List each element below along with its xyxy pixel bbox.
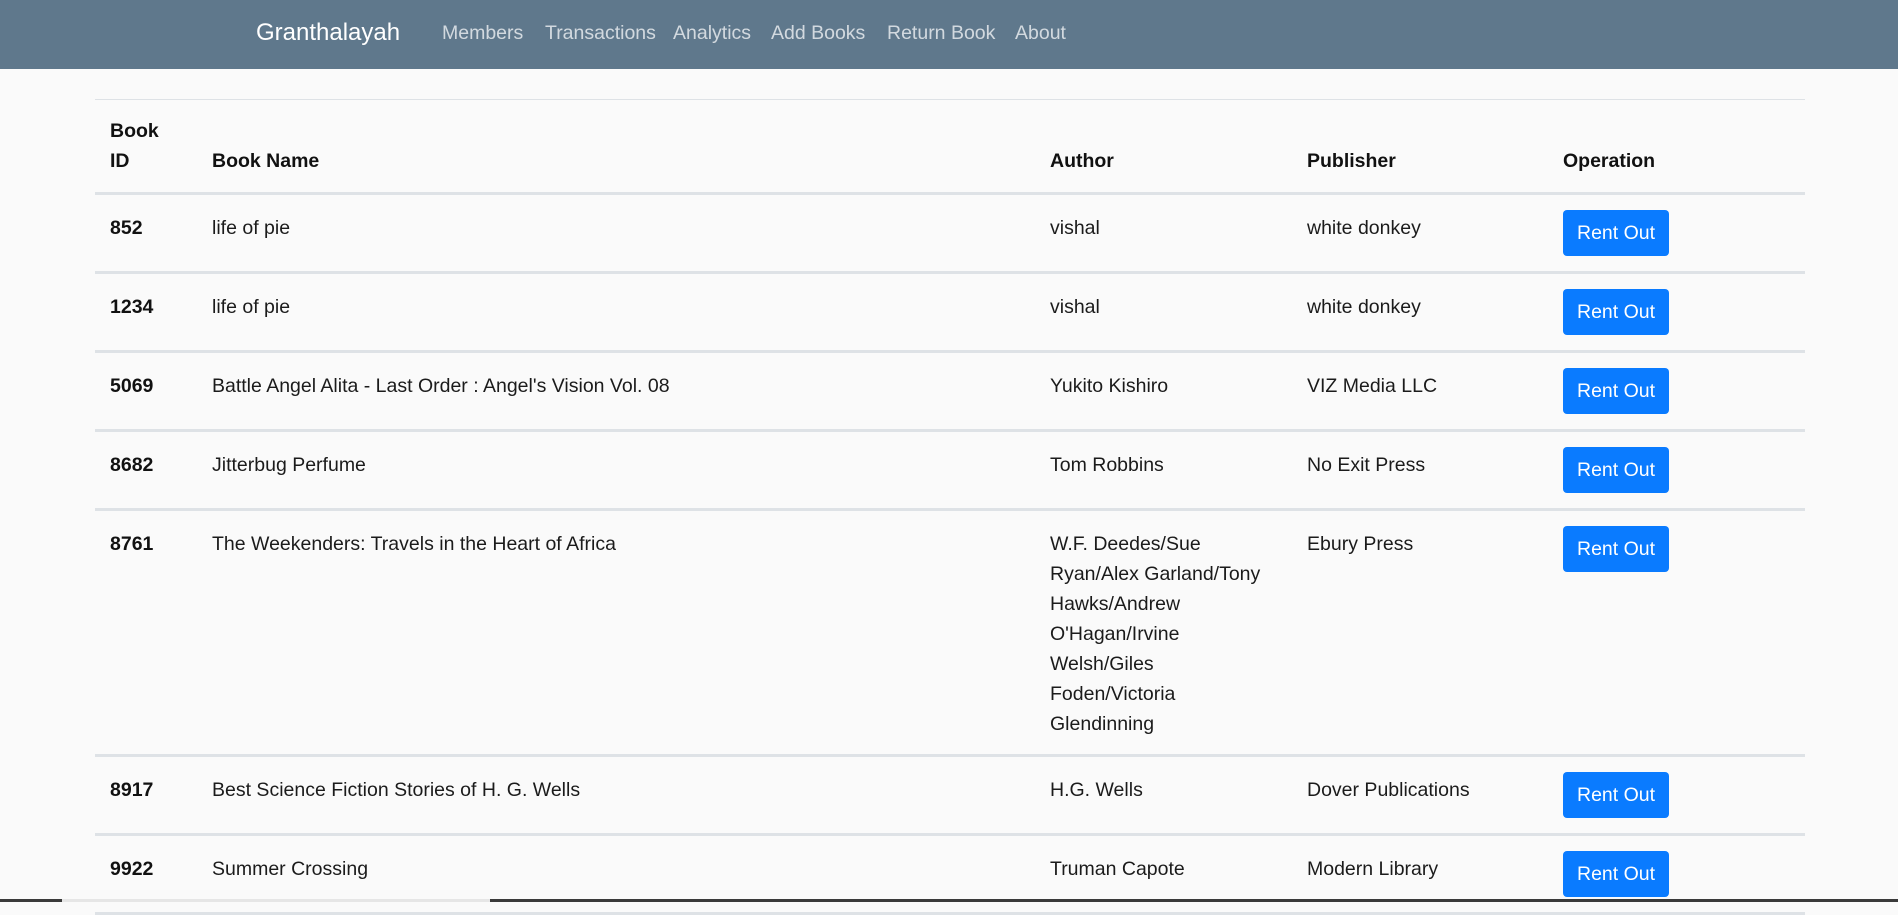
operation-cell: Rent Out bbox=[1548, 755, 1805, 836]
publisher-cell: VIZ Media LLC bbox=[1292, 351, 1548, 432]
operation-cell: Rent Out bbox=[1548, 509, 1805, 757]
nav-link-members[interactable]: Members bbox=[442, 22, 523, 45]
books-table: Book ID Book Name Author Publisher Opera… bbox=[95, 99, 1805, 915]
book-name-cell: Battle Angel Alita - Last Order : Angel'… bbox=[197, 351, 1035, 432]
top-navbar: Granthalayah Members Transactions Analyt… bbox=[0, 0, 1898, 69]
publisher-cell: white donkey bbox=[1292, 272, 1548, 353]
table-row: 5069 Battle Angel Alita - Last Order : A… bbox=[95, 351, 1805, 432]
table-header-row: Book ID Book Name Author Publisher Opera… bbox=[95, 99, 1805, 195]
author-cell: Yukito Kishiro bbox=[1035, 351, 1292, 432]
book-id-cell: 5069 bbox=[95, 351, 197, 432]
table-header: Book ID Book Name Author Publisher Opera… bbox=[95, 99, 1805, 195]
operation-cell: Rent Out bbox=[1548, 193, 1805, 274]
nav-link-add-books[interactable]: Add Books bbox=[771, 22, 865, 45]
table-row: 852 life of pie vishal white donkey Rent… bbox=[95, 193, 1805, 274]
operation-cell: Rent Out bbox=[1548, 351, 1805, 432]
rent-out-button[interactable]: Rent Out bbox=[1563, 447, 1670, 493]
book-id-cell: 852 bbox=[95, 193, 197, 274]
book-name-cell: Jitterbug Perfume bbox=[197, 430, 1035, 511]
author-cell: W.F. Deedes/Sue Ryan/Alex Garland/Tony H… bbox=[1035, 509, 1292, 757]
book-id-cell: 8917 bbox=[95, 755, 197, 836]
rent-out-button[interactable]: Rent Out bbox=[1563, 210, 1670, 256]
nav-link-transactions[interactable]: Transactions bbox=[545, 22, 656, 45]
operation-cell: Rent Out bbox=[1548, 430, 1805, 511]
author-cell: H.G. Wells bbox=[1035, 755, 1292, 836]
table-row: 8761 The Weekenders: Travels in the Hear… bbox=[95, 509, 1805, 757]
column-header-author: Author bbox=[1035, 99, 1292, 195]
rent-out-button[interactable]: Rent Out bbox=[1563, 289, 1670, 335]
book-name-cell: life of pie bbox=[197, 272, 1035, 353]
table-row: 8917 Best Science Fiction Stories of H. … bbox=[95, 755, 1805, 836]
nav-link-analytics[interactable]: Analytics bbox=[673, 22, 751, 45]
book-id-cell: 8761 bbox=[95, 509, 197, 757]
nav-link-about[interactable]: About bbox=[1015, 22, 1066, 45]
book-name-cell: The Weekenders: Travels in the Heart of … bbox=[197, 509, 1035, 757]
operation-cell: Rent Out bbox=[1548, 272, 1805, 353]
rent-out-button[interactable]: Rent Out bbox=[1563, 851, 1670, 897]
book-name-cell: life of pie bbox=[197, 193, 1035, 274]
book-id-cell: 1234 bbox=[95, 272, 197, 353]
rent-out-button[interactable]: Rent Out bbox=[1563, 368, 1670, 414]
publisher-cell: No Exit Press bbox=[1292, 430, 1548, 511]
author-cell: Tom Robbins bbox=[1035, 430, 1292, 511]
column-header-publisher: Publisher bbox=[1292, 99, 1548, 195]
table-row: 8682 Jitterbug Perfume Tom Robbins No Ex… bbox=[95, 430, 1805, 511]
publisher-cell: Dover Publications bbox=[1292, 755, 1548, 836]
nav-link-return-book[interactable]: Return Book bbox=[887, 22, 995, 45]
table-row: 1234 life of pie vishal white donkey Ren… bbox=[95, 272, 1805, 353]
publisher-cell: Ebury Press bbox=[1292, 509, 1548, 757]
publisher-cell: white donkey bbox=[1292, 193, 1548, 274]
books-table-container: Book ID Book Name Author Publisher Opera… bbox=[95, 99, 1805, 915]
author-cell: vishal bbox=[1035, 193, 1292, 274]
table-body: 852 life of pie vishal white donkey Rent… bbox=[95, 193, 1805, 915]
column-header-book-name: Book Name bbox=[197, 99, 1035, 195]
author-cell: vishal bbox=[1035, 272, 1292, 353]
book-name-cell: Best Science Fiction Stories of H. G. We… bbox=[197, 755, 1035, 836]
column-header-operation: Operation bbox=[1548, 99, 1805, 195]
rent-out-button[interactable]: Rent Out bbox=[1563, 772, 1670, 818]
brand-logo-link[interactable]: Granthalayah bbox=[256, 19, 400, 47]
book-id-cell: 8682 bbox=[95, 430, 197, 511]
rent-out-button[interactable]: Rent Out bbox=[1563, 526, 1670, 572]
column-header-book-id: Book ID bbox=[95, 99, 197, 195]
